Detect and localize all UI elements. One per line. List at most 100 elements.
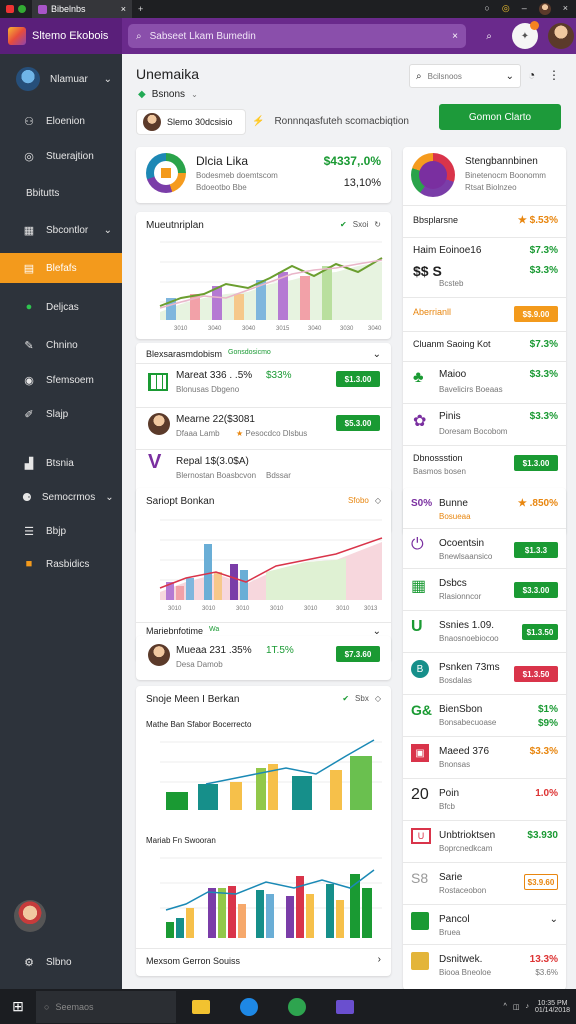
tab-close-icon[interactable]: × <box>121 4 126 14</box>
notifications-icon[interactable]: ✦ <box>512 21 539 49</box>
list-item[interactable]: Mearne 22($3081 Dfaaa Lamb ★ Pesocdco Dl… <box>146 411 381 445</box>
sidebar-item-12[interactable]: ■ Rasbidics <box>0 549 122 579</box>
right-row[interactable]: Dbnossstion Basmos bosen $1.3.00 <box>413 451 558 485</box>
app-launcher-icon[interactable] <box>336 999 354 1014</box>
browser-tab[interactable]: Bibelnbs × <box>32 0 132 18</box>
page-subtitle-row: ◆ Bsnons ⌄ <box>138 89 198 100</box>
primary-action-button[interactable]: Gomon Clarto <box>439 104 561 130</box>
list-item-button[interactable]: $7.3.60 <box>336 646 380 662</box>
right-bottom-card: S0% Bunne Bosueaa ★ .850% ⏻ Ocoentsin Bn… <box>403 488 566 990</box>
sidebar: Nlamuar ⌄ ⚇ Eloenion ◎ Stuerajtion Bbitutt… <box>0 54 122 989</box>
right-row[interactable]: Cluanm Saoing Kot $7.3% <box>413 337 558 359</box>
right-row[interactable]: S0% Bunne Bosueaa ★ .850% <box>411 496 558 526</box>
chevron-down-icon[interactable]: ⌄ <box>373 349 381 360</box>
list-item-button[interactable]: $1.3.00 <box>336 371 380 387</box>
right-row[interactable]: U Ssnies 1.09. Bnaosnoebiocoo $1.3.50 <box>411 618 558 648</box>
taskbar-search[interactable]: ○ Seemaos <box>36 990 176 1023</box>
windows-start-icon[interactable]: ⊞ <box>0 989 36 1024</box>
right-row[interactable]: Aberrianll $$.9.00 <box>413 305 558 327</box>
extension-icon[interactable]: ◎ <box>502 3 510 15</box>
row-button[interactable]: $1.3.50 <box>514 666 558 682</box>
new-tab-button[interactable]: + <box>132 0 149 18</box>
avatar[interactable] <box>538 3 551 15</box>
sidebar-item-10[interactable]: ⚈ Semocrmos ⌄ <box>0 482 122 512</box>
clock[interactable]: 10:35 PM 01/14/2018 <box>535 1000 570 1014</box>
search-bar[interactable]: ⌕ Sabseet Lkam Bumedin × <box>128 24 466 48</box>
volume-icon[interactable]: ♪ <box>525 1003 529 1010</box>
list-item-button[interactable]: $5.3.00 <box>336 415 380 431</box>
close-window-icon[interactable]: × <box>563 3 568 15</box>
right-row[interactable]: Haim Eoinoe16 $7.3% <box>413 243 558 265</box>
sidebar-item-0[interactable]: ⚇ Eloenion <box>0 106 122 136</box>
row-button[interactable]: $1.3.3 <box>514 542 558 558</box>
row-button[interactable]: $3.3.00 <box>514 582 558 598</box>
sidebar-item-6[interactable]: ✎ Chnino <box>0 330 122 360</box>
user-avatar[interactable] <box>548 23 574 49</box>
row-button[interactable]: $$.9.00 <box>514 306 558 322</box>
row-button[interactable]: $1.3.50 <box>522 624 558 640</box>
list-item[interactable]: Mueaa 231 .35% Desa Damob 1T.5% $7.3.60 <box>146 642 381 676</box>
right-row[interactable]: 20 Poin Bfcb 1.0% <box>411 786 558 816</box>
chevron-down-icon[interactable]: ⌄ <box>550 914 558 925</box>
row-button[interactable]: $3.9.60 <box>524 874 558 890</box>
sidebar-item-1[interactable]: ◎ Stuerajtion <box>0 141 122 171</box>
sidebar-item-2[interactable]: Bbitutts <box>0 178 122 208</box>
right-row[interactable]: U Unbtrioktsen Boprcnedkcam $3.930 <box>411 828 558 858</box>
browser-logo-icon[interactable] <box>18 5 26 13</box>
sidebar-item-4[interactable]: ▤ Blefafs <box>0 253 122 283</box>
chat-icon[interactable] <box>288 997 306 1016</box>
chart1-link[interactable]: ✔ Sxoi ↻ <box>340 220 381 229</box>
right-row[interactable]: Pancol Bruea ⌄ <box>411 912 558 942</box>
chevron-up-icon[interactable]: ^ <box>504 1003 507 1010</box>
sidebar-item-5[interactable]: ● Deljcas <box>0 292 122 322</box>
chevron-right-icon[interactable]: › <box>378 954 381 965</box>
list2-card: Mueaa 231 .35% Desa Damob 1T.5% $7.3.60 <box>136 636 391 680</box>
chart2-link[interactable]: Sfobo ◇ <box>348 496 381 505</box>
chart1-bar <box>300 276 310 320</box>
right-row[interactable]: G& BienSbon Bonsabecuoase $1% $9% <box>411 702 558 732</box>
list-item[interactable]: V Repal 1$(3.0$A) Blernostan Boasbcvon B… <box>146 451 381 487</box>
chart3-bar-b <box>362 888 372 938</box>
more-icon[interactable]: ⋮ <box>548 68 560 82</box>
right-row[interactable]: ♣ Maioo Bavelicirs Boeaas $3.3% <box>413 367 558 401</box>
right-row[interactable]: ⏻ Ocoentsin Bnewlsaansico $1.3.3 <box>411 536 558 566</box>
right-row[interactable]: $$ S Bcsteb $3.3% <box>413 263 558 295</box>
search-icon[interactable]: ○ <box>484 3 489 15</box>
right-row[interactable]: S8 Sarie Rostaceobon $3.9.60 <box>411 870 558 900</box>
user-chip[interactable]: Slemo 30dcsisio <box>136 109 246 135</box>
right-row[interactable]: B Psnken 73ms Bosdalas $1.3.50 <box>411 660 558 690</box>
sidebar-footer[interactable]: ⚙ Slbno <box>0 947 122 977</box>
network-icon[interactable]: ◫ <box>513 1003 520 1011</box>
file-explorer-icon[interactable] <box>192 999 210 1014</box>
badge-icon: B <box>411 660 429 678</box>
brand[interactable]: Sltemo Ekobois <box>0 18 122 54</box>
browser-menu-icon[interactable] <box>6 5 14 13</box>
sidebar-profile[interactable]: Nlamuar ⌄ <box>0 64 122 94</box>
person-icon: ⚇ <box>24 115 34 128</box>
sidebar-item-8[interactable]: ✐ Slajp <box>0 399 122 429</box>
filter-select[interactable]: ⌕ Bcilsnoos ⌄ <box>409 64 521 88</box>
right-row[interactable]: ▣ Maeed 376 Bnonsas $3.3% <box>411 744 558 774</box>
row-button[interactable]: $1.3.00 <box>514 455 558 471</box>
sidebar-item-11[interactable]: ☰ Bbjp <box>0 516 122 546</box>
right-row[interactable]: ▦ Dsbcs Rlasionncor $3.3.00 <box>411 576 558 606</box>
right-row[interactable]: Bbsplarsne ★ $.53% <box>413 213 558 235</box>
sidebar-item-9[interactable]: ▟ Btsnia <box>0 448 122 478</box>
chart3-link[interactable]: ✔ Sbx ◇ <box>342 694 381 703</box>
right-row[interactable]: ✿ Pinis Doresam Bocobom $3.3% <box>413 409 558 443</box>
search-input[interactable]: Sabseet Lkam Bumedin <box>150 31 256 42</box>
minimize-icon[interactable]: – <box>522 3 527 15</box>
chart3-bar-b <box>286 896 294 938</box>
sidebar-bottom-avatar[interactable] <box>14 900 46 932</box>
header-search-icon[interactable]: ⌕ <box>476 23 502 49</box>
sidebar-item-7[interactable]: ◉ Sfemsoem <box>0 365 122 395</box>
chart3-footer[interactable]: Mexsom Gerron Souiss <box>146 956 240 966</box>
app-icon: S8 <box>411 870 429 886</box>
edge-icon[interactable] <box>240 997 258 1016</box>
star-icon: ★ <box>236 429 244 438</box>
list-item[interactable]: Mareat 336 . .5% Blonusas Dbgeno $33% $1… <box>146 367 381 401</box>
right-row[interactable]: Dsnitwek. Biooa Bneoloe 13.3% $3.6% <box>411 952 558 982</box>
settings-icon[interactable]: ◔ <box>528 68 535 82</box>
sidebar-item-3[interactable]: ▦ Sbcontlor ⌄ <box>0 215 122 245</box>
clear-search-icon[interactable]: × <box>452 31 458 42</box>
